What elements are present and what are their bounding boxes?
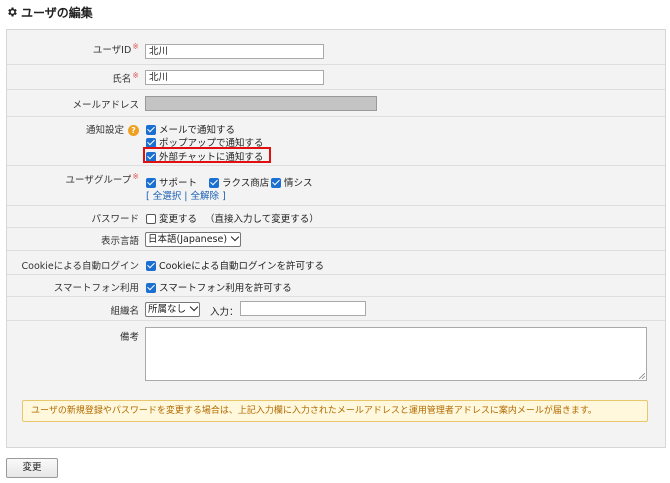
checkbox[interactable] — [146, 124, 156, 135]
checkbox[interactable] — [209, 177, 219, 188]
row-user-id: ユーザID※ 北川 — [7, 30, 665, 65]
row-user-groups: ユーザグループ※ サポート ラクス商店 情シス [ 全選択 | 全解除 ] — [7, 166, 665, 206]
smartphone-option[interactable]: スマートフォン利用を許可する — [146, 280, 292, 294]
organization-input[interactable] — [240, 301, 366, 316]
password-note: （直接入力して変更する） — [205, 214, 319, 225]
organization-label: 組織名 — [110, 306, 139, 317]
notice-box: ユーザの新規登録やパスワードを変更する場合は、上記入力欄に入力されたメールアドレ… — [22, 400, 648, 422]
smartphone-label: スマートフォン利用 — [53, 283, 139, 294]
required-mark: ※ — [132, 71, 139, 80]
language-select[interactable]: 日本語(Japanese) — [145, 232, 242, 247]
row-email: メールアドレス — [7, 90, 665, 117]
row-notify: 通知設定? メールで通知する ポップアップで通知する 外部チャットに通知する — [7, 117, 665, 166]
checkbox[interactable] — [146, 282, 156, 293]
checkbox[interactable] — [146, 213, 156, 224]
checkbox[interactable] — [146, 177, 156, 188]
required-mark: ※ — [132, 172, 139, 181]
password-change-option[interactable]: 変更する （直接入力して変更する） — [146, 211, 319, 225]
password-label: パスワード — [91, 214, 139, 225]
user-groups-label: ユーザグループ — [65, 175, 132, 187]
chevron-down-icon — [189, 302, 199, 312]
checkbox[interactable] — [271, 177, 281, 188]
gear-icon — [8, 7, 17, 17]
group-option-rakus[interactable]: ラクス商店 — [209, 175, 269, 189]
remarks-label: 備考 — [119, 332, 139, 343]
select-all-link[interactable]: 全選択 — [153, 191, 182, 202]
row-password: パスワード 変更する （直接入力して変更する） — [7, 206, 665, 228]
highlight-box — [143, 147, 271, 163]
notify-label: 通知設定 — [85, 125, 124, 136]
row-name: 氏名※ 北川 — [7, 65, 665, 90]
checkbox[interactable] — [146, 260, 156, 271]
resize-grip-icon[interactable] — [639, 373, 645, 379]
row-organization: 組織名 所属なし 入力： — [7, 297, 665, 321]
chevron-down-icon — [230, 232, 240, 242]
name-input[interactable]: 北川 — [145, 70, 324, 85]
help-icon[interactable]: ? — [128, 125, 139, 136]
deselect-all-link[interactable]: 全解除 — [191, 191, 220, 202]
organization-select[interactable]: 所属なし — [145, 302, 201, 317]
group-option-joshis[interactable]: 情シス — [271, 175, 313, 189]
row-language: 表示言語 日本語(Japanese) — [7, 228, 665, 251]
email-label: メールアドレス — [72, 100, 139, 111]
user-id-label: ユーザID — [92, 45, 132, 57]
checkbox[interactable] — [146, 137, 156, 148]
remarks-textarea[interactable] — [145, 327, 647, 381]
page-title-text: ユーザの編集 — [21, 5, 93, 20]
cookie-option[interactable]: Cookieによる自動ログインを許可する — [146, 258, 324, 272]
page-title: ユーザの編集 — [6, 4, 93, 20]
required-mark: ※ — [132, 42, 139, 51]
submit-button[interactable]: 変更 — [6, 458, 58, 478]
organization-input-label: 入力： — [210, 307, 239, 318]
row-smartphone: スマートフォン利用 スマートフォン利用を許可する — [7, 275, 665, 297]
name-label: 氏名 — [112, 74, 132, 86]
email-input[interactable] — [145, 96, 377, 111]
group-select-links: [ 全選択 | 全解除 ] — [146, 191, 226, 202]
language-label: 表示言語 — [100, 236, 139, 247]
group-option-support[interactable]: サポート — [146, 175, 197, 189]
notify-email-option[interactable]: メールで通知する — [146, 122, 235, 136]
cookie-label: Cookieによる自動ログイン — [21, 261, 139, 272]
user-edit-form: ユーザID※ 北川 氏名※ 北川 メールアドレス 通知設定? メールで通知する … — [6, 29, 666, 448]
row-cookie: Cookieによる自動ログイン Cookieによる自動ログインを許可する — [7, 251, 665, 275]
user-id-input[interactable]: 北川 — [145, 44, 324, 59]
